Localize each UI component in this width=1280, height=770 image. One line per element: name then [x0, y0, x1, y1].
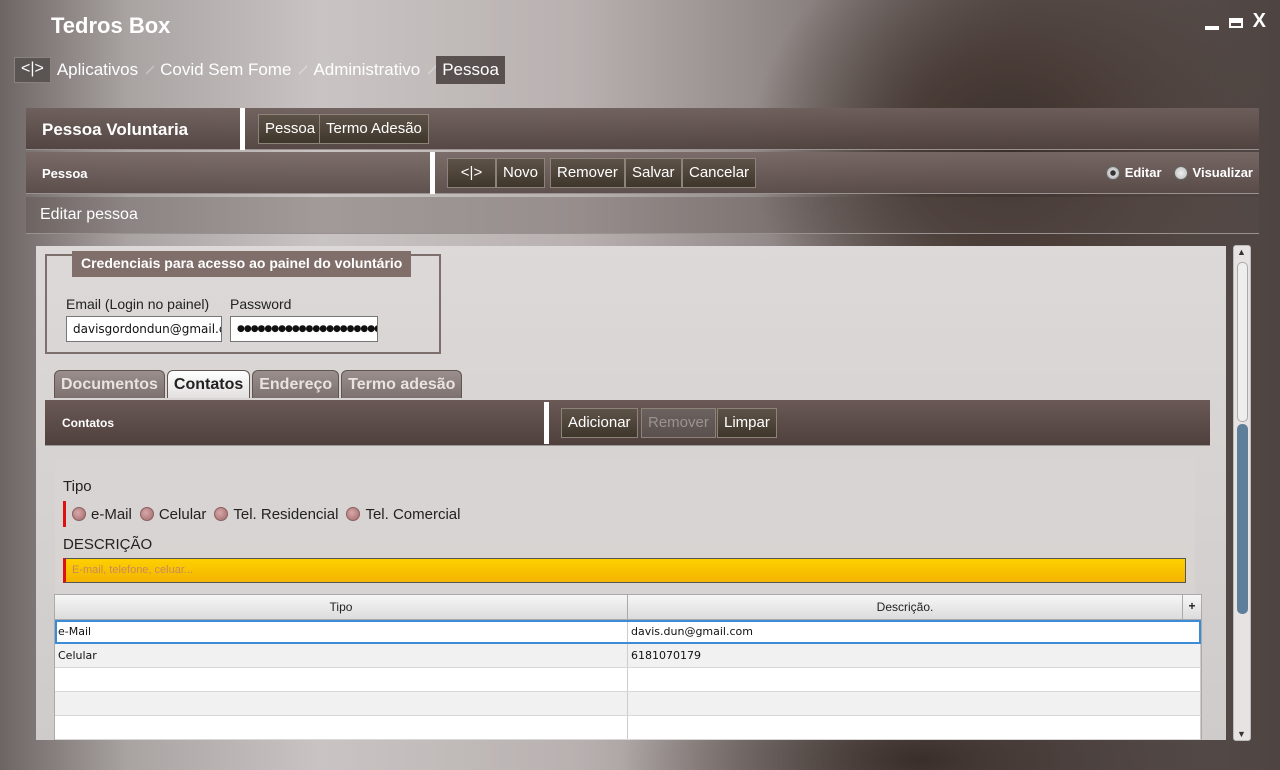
cell-tipo: e-Mail — [55, 620, 628, 643]
salvar-button[interactable]: Salvar — [625, 158, 682, 188]
breadcrumb-item-administrativo[interactable]: Administrativo — [307, 56, 428, 84]
empty-cell — [628, 692, 1201, 715]
breadcrumb-separator-icon — [428, 56, 437, 84]
tab-termo-adesao[interactable]: Termo Adesão — [319, 114, 429, 144]
table-row-empty — [55, 668, 1201, 692]
radio-icon — [139, 507, 154, 521]
tipo-comercial-label: Tel. Comercial — [365, 505, 461, 523]
tipo-celular-label: Celular — [158, 505, 207, 523]
adicionar-button[interactable]: Adicionar — [561, 408, 638, 438]
breadcrumb-item-covid-sem-fome[interactable]: Covid Sem Fome — [154, 56, 299, 84]
email-field[interactable]: davisgordondun@gmail.cc — [66, 316, 222, 342]
tipo-label: Tipo — [63, 478, 92, 495]
tab-termo-adesao-inner[interactable]: Termo adesão — [341, 370, 463, 398]
cell-descricao: davis.dun@gmail.com — [628, 620, 1201, 643]
section-title: Pessoa Voluntaria — [42, 120, 189, 139]
subheader-title: Editar pessoa — [40, 206, 138, 223]
table-row-empty — [55, 716, 1201, 740]
contatos-table: Tipo Descrição. + e-Mail davis.dun@gmail… — [54, 594, 1202, 740]
empty-cell — [628, 668, 1201, 691]
remover-button[interactable]: Remover — [550, 158, 625, 188]
breadcrumb-home-button[interactable]: <|> — [14, 57, 51, 83]
tipo-comercial-radio[interactable]: Tel. Comercial — [346, 506, 460, 523]
toolbar: Pessoa <|> Novo Remover Salvar Cancelar … — [26, 152, 1259, 194]
breadcrumb-separator-icon — [299, 56, 308, 84]
section-header: Pessoa Voluntaria Pessoa Termo Adesão — [26, 108, 1259, 150]
empty-cell — [55, 668, 628, 691]
contatos-toolbar: Contatos Adicionar Remover Limpar — [45, 400, 1210, 446]
tipo-radio-group: e-Mail Celular Tel. Residencial Tel. Com… — [63, 501, 464, 527]
remover-contato-button[interactable]: Remover — [641, 408, 716, 438]
tab-contatos[interactable]: Contatos — [166, 370, 251, 398]
title-bar: Tedros Box X — [0, 0, 1280, 50]
visualizar-label: Visualizar — [1192, 165, 1253, 180]
table-row[interactable]: Celular 6181070179 — [55, 644, 1201, 668]
divider — [430, 152, 435, 194]
mode-selector: Editar Visualizar — [1105, 165, 1253, 180]
empty-cell — [55, 692, 628, 715]
tipo-residencial-radio[interactable]: Tel. Residencial — [214, 506, 338, 523]
vertical-scrollbar[interactable]: ▲ ▼ — [1233, 245, 1251, 741]
close-icon[interactable]: X — [1253, 11, 1266, 31]
visualizar-radio[interactable]: Visualizar — [1173, 165, 1253, 180]
breadcrumb-item-aplicativos[interactable]: Aplicativos — [51, 56, 146, 84]
tab-endereco[interactable]: Endereço — [252, 370, 340, 398]
empty-cell — [55, 716, 628, 739]
column-header-tipo[interactable]: Tipo — [55, 595, 628, 619]
breadcrumb: <|> Aplicativos Covid Sem Fome Administr… — [14, 56, 505, 84]
empty-cell — [628, 716, 1201, 739]
toolbar-title: Pessoa — [42, 166, 88, 181]
credentials-title: Credenciais para acesso ao painel do vol… — [72, 251, 412, 277]
contato-form: Tipo e-Mail Celular Tel. Residencial Tel… — [55, 459, 1195, 594]
scrollbar-track — [1237, 262, 1248, 422]
inner-tabs: Documentos Contatos Endereço Termo adesã… — [54, 370, 463, 398]
radio-unselected-icon — [1173, 165, 1188, 180]
radio-icon — [72, 507, 86, 521]
tab-pessoa[interactable]: Pessoa — [258, 114, 323, 144]
contatos-title: Contatos — [62, 416, 114, 430]
nav-toggle-button[interactable]: <|> — [447, 158, 496, 188]
credentials-group: Credenciais para acesso ao painel do vol… — [45, 251, 441, 354]
scroll-down-icon[interactable]: ▼ — [1237, 729, 1246, 739]
email-label: Email (Login no painel) — [66, 296, 210, 312]
table-row[interactable]: e-Mail davis.dun@gmail.com — [55, 620, 1201, 644]
radio-icon — [346, 507, 361, 521]
tipo-residencial-label: Tel. Residencial — [233, 505, 339, 523]
table-row-empty — [55, 692, 1201, 716]
column-header-descricao[interactable]: Descrição. — [628, 595, 1183, 619]
editar-label: Editar — [1124, 165, 1162, 180]
password-field[interactable]: ●●●●●●●●●●●●●●●●●●●●● — [230, 316, 378, 342]
cell-descricao: 6181070179 — [628, 644, 1201, 667]
scrollbar-thumb[interactable] — [1237, 424, 1248, 614]
cell-tipo: Celular — [55, 644, 628, 667]
tab-documentos[interactable]: Documentos — [54, 370, 165, 398]
radio-selected-icon — [1105, 165, 1120, 180]
editar-radio[interactable]: Editar — [1105, 165, 1162, 180]
add-column-icon[interactable]: + — [1183, 595, 1201, 619]
radio-icon — [214, 507, 229, 521]
window-controls: X — [1204, 11, 1266, 31]
breadcrumb-item-pessoa[interactable]: Pessoa — [436, 56, 505, 84]
password-label: Password — [230, 296, 292, 312]
divider — [240, 108, 245, 150]
tipo-email-radio[interactable]: e-Mail — [72, 506, 132, 523]
table-header: Tipo Descrição. + — [55, 595, 1201, 620]
cancelar-button[interactable]: Cancelar — [682, 158, 757, 188]
tipo-celular-radio[interactable]: Celular — [139, 505, 207, 523]
form-content: Credenciais para acesso ao painel do vol… — [36, 246, 1226, 740]
limpar-button[interactable]: Limpar — [717, 408, 777, 438]
subheader: Editar pessoa — [26, 197, 1259, 234]
descricao-label: DESCRIÇÃO — [63, 536, 153, 553]
tipo-email-label: e-Mail — [91, 505, 132, 523]
app-title: Tedros Box — [51, 13, 171, 38]
divider — [544, 402, 549, 444]
descricao-input[interactable]: E-mail, telefone, celuar... — [63, 558, 1186, 583]
breadcrumb-separator-icon — [146, 56, 155, 84]
maximize-icon[interactable] — [1228, 18, 1243, 28]
novo-button[interactable]: Novo — [496, 158, 546, 188]
scroll-up-icon[interactable]: ▲ — [1237, 247, 1246, 257]
minimize-icon[interactable] — [1204, 26, 1219, 30]
